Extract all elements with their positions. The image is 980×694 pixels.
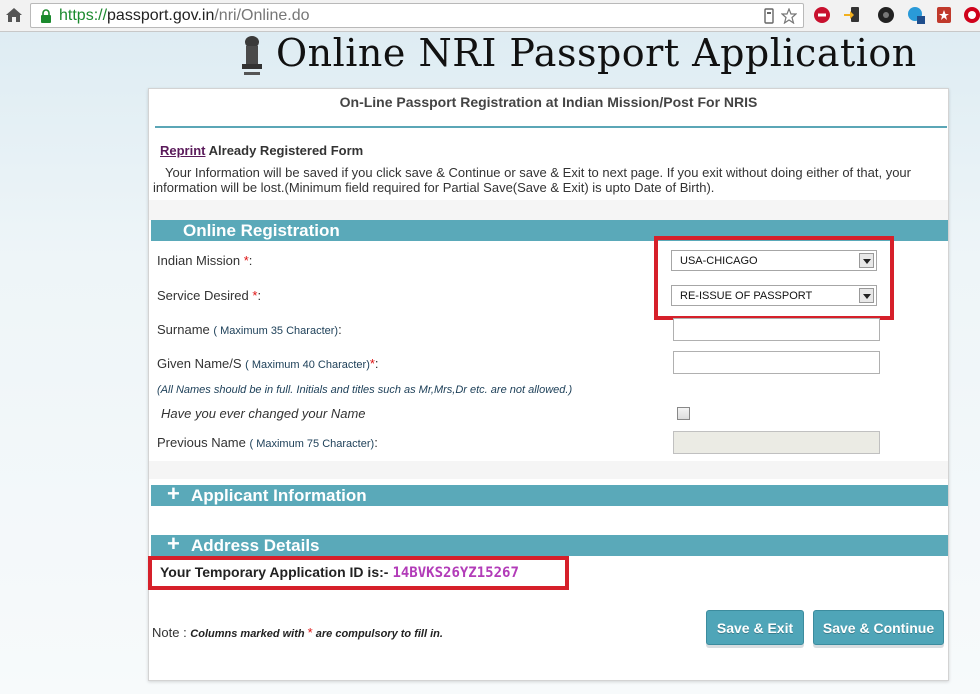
changed-name-label: Have you ever changed your Name xyxy=(161,406,366,421)
reprint-link[interactable]: Reprint xyxy=(160,143,206,158)
expand-plus-icon[interactable]: + xyxy=(167,483,183,505)
previous-name-input[interactable] xyxy=(673,431,880,454)
given-name-label: Given Name/S ( Maximum 40 Character)*: xyxy=(157,356,379,371)
save-info-text: Your Information will be saved if you cl… xyxy=(153,165,911,195)
changed-name-checkbox[interactable] xyxy=(677,407,690,420)
temporary-id: Your Temporary Application ID is:- 14BVKS… xyxy=(160,564,519,581)
save-exit-button[interactable]: Save & Exit xyxy=(706,610,804,645)
surname-input[interactable] xyxy=(673,318,880,341)
save-continue-button[interactable]: Save & Continue xyxy=(813,610,944,645)
home-icon[interactable] xyxy=(4,5,24,25)
footer-note: Note : Columns marked with * are compuls… xyxy=(152,625,443,640)
temporary-id-label: Your Temporary Application ID is:- xyxy=(160,564,389,580)
reprint-line: Reprint Already Registered Form xyxy=(160,143,363,158)
lock-icon xyxy=(41,9,51,23)
skype-extension-icon[interactable] xyxy=(906,5,926,25)
indian-mission-label: Indian Mission *: xyxy=(157,253,253,268)
panel-subtitle: On-Line Passport Registration at Indian … xyxy=(339,94,758,110)
given-name-input[interactable] xyxy=(673,351,880,374)
circle-extension-icon[interactable] xyxy=(876,5,896,25)
divider xyxy=(155,126,947,128)
stop-extension-icon[interactable] xyxy=(812,5,832,25)
spacer-band xyxy=(149,200,948,220)
mobile-extension-icon[interactable] xyxy=(842,5,862,25)
spacer-band xyxy=(149,461,948,479)
temporary-id-value: 14BVKS26YZ15267 xyxy=(392,565,519,581)
address-bar[interactable]: https://passport.gov.in/nri/Online.do xyxy=(30,3,804,28)
national-emblem-icon xyxy=(242,36,262,75)
bookmark-star-icon[interactable] xyxy=(781,8,797,24)
address-details-header[interactable]: + Address Details xyxy=(151,533,948,556)
reprint-suffix: Already Registered Form xyxy=(205,143,364,158)
applicant-information-header[interactable]: + Applicant Information xyxy=(151,483,948,506)
service-desired-label: Service Desired *: xyxy=(157,288,262,303)
names-note: (All Names should be in full. Initials a… xyxy=(157,384,573,396)
page-icon[interactable] xyxy=(761,8,777,24)
url-text: https://passport.gov.in/nri/Online.do xyxy=(59,7,310,24)
highlight-box-selects xyxy=(654,236,894,320)
surname-label: Surname ( Maximum 35 Character): xyxy=(157,322,342,337)
previous-name-label: Previous Name ( Maximum 75 Character): xyxy=(157,435,378,450)
red-extension-icon[interactable] xyxy=(962,5,980,25)
banner-title: Online NRI Passport Application xyxy=(276,31,917,75)
expand-plus-icon[interactable]: + xyxy=(167,533,183,555)
browser-toolbar: https://passport.gov.in/nri/Online.do xyxy=(0,0,980,32)
registration-panel: On-Line Passport Registration at Indian … xyxy=(148,88,949,681)
bookmark-extension-icon[interactable] xyxy=(934,5,954,25)
